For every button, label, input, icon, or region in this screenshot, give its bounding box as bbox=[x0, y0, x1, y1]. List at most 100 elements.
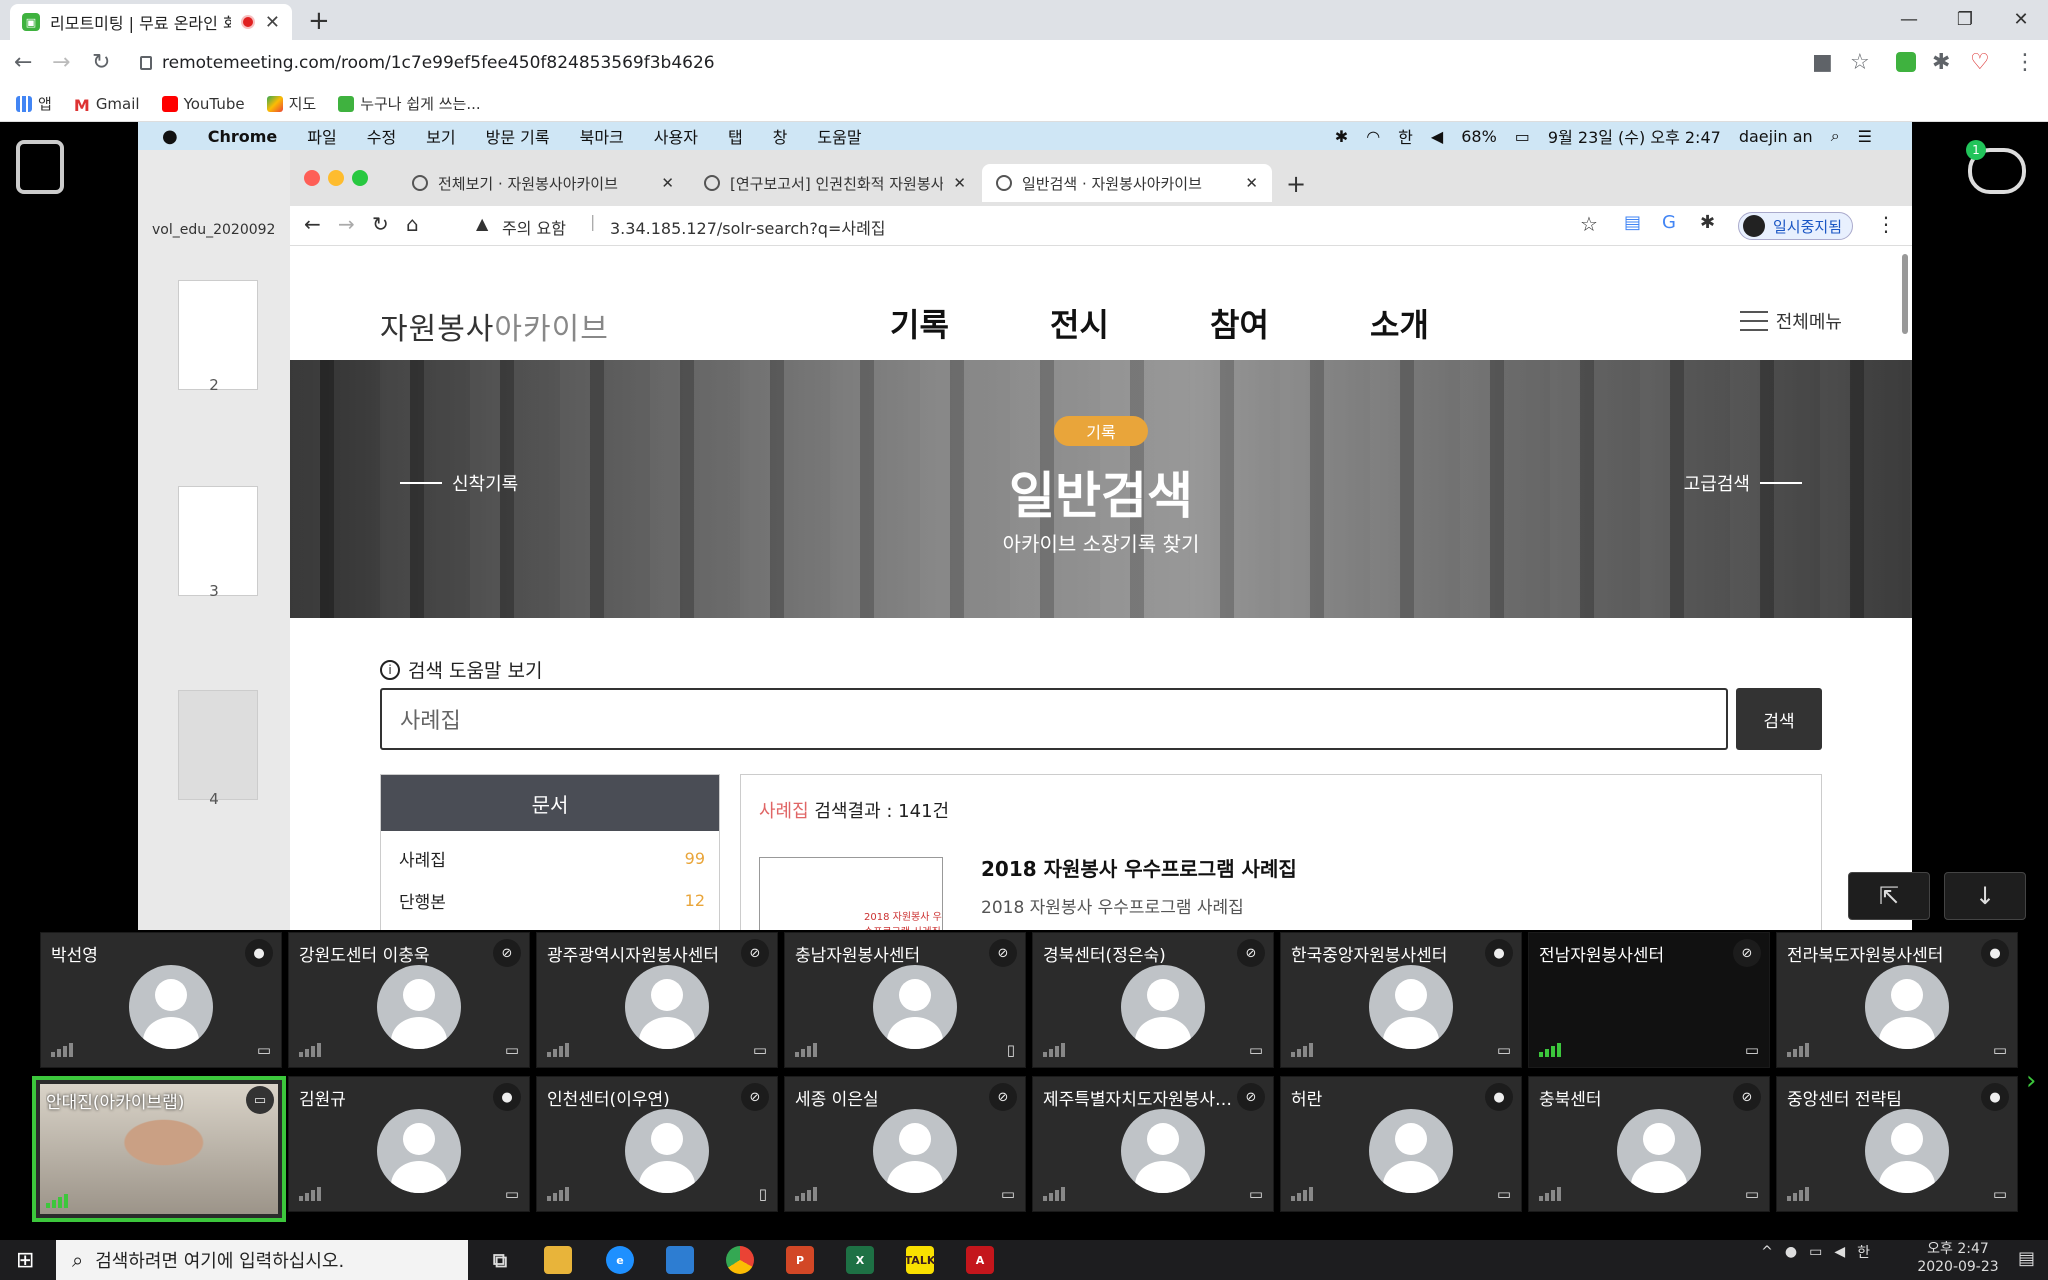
excel-icon[interactable]: X bbox=[846, 1246, 874, 1274]
extensions-puzzle-icon[interactable]: ✱ bbox=[1932, 50, 1950, 75]
page-thumbnail[interactable] bbox=[178, 280, 258, 390]
chrome-icon[interactable] bbox=[726, 1246, 754, 1274]
participant-tile-active[interactable]: 안대진(아카이브랩) ▭ bbox=[32, 1076, 286, 1222]
bookmark-gmail[interactable]: M Gmail bbox=[74, 95, 140, 115]
control-center-icon[interactable]: ☰ bbox=[1858, 127, 1872, 146]
page-scrollbar[interactable] bbox=[1902, 254, 1908, 334]
inner-extensions-icon[interactable]: ✱ bbox=[1700, 212, 1715, 233]
bookmark-star-icon[interactable]: ☆ bbox=[1850, 50, 1870, 75]
inner-tab-active[interactable]: 일반검색 · 자원봉사아카이브 ✕ bbox=[982, 164, 1272, 202]
acrobat-icon[interactable]: A bbox=[966, 1246, 994, 1274]
participant-tile[interactable]: 세종 이은실 ⊘ ▭ bbox=[784, 1076, 1026, 1212]
participant-tile[interactable]: 김원규 ● ▭ bbox=[288, 1076, 530, 1212]
inner-bookmark-icon[interactable]: ☆ bbox=[1580, 212, 1598, 236]
inner-tab[interactable]: [연구보고서] 인권친화적 자원봉사 활 ✕ bbox=[690, 164, 980, 202]
apple-icon[interactable]: ● bbox=[162, 126, 178, 147]
extension-remotemeeting-icon[interactable] bbox=[1896, 52, 1916, 72]
bookmark-youtube[interactable]: YouTube bbox=[161, 95, 245, 113]
powerpoint-icon[interactable]: P bbox=[786, 1246, 814, 1274]
facet-item[interactable]: 사례집 99 bbox=[381, 837, 719, 879]
share-screen-button[interactable]: ⇱ bbox=[1848, 872, 1930, 920]
reader-icon[interactable]: ▤ bbox=[1624, 212, 1641, 233]
inner-menu-icon[interactable]: ⋮ bbox=[1876, 212, 1896, 236]
inner-tab[interactable]: 전체보기 · 자원봉사아카이브 ✕ bbox=[398, 164, 688, 202]
participant-tile[interactable]: 인천센터(이우연) ⊘ ▯ bbox=[536, 1076, 778, 1212]
mac-menu-item[interactable]: 사용자 bbox=[654, 124, 698, 148]
mac-menu-item[interactable]: 탭 bbox=[728, 124, 743, 148]
windows-start-icon[interactable]: ⊞ bbox=[16, 1248, 34, 1273]
result-thumbnail[interactable]: 2018 자원봉사 우수프로그램 사례집 bbox=[759, 857, 943, 930]
bookmark-apps[interactable]: 앱 bbox=[16, 93, 52, 114]
reload-icon[interactable]: ↻ bbox=[92, 50, 110, 75]
mac-datetime[interactable]: 9월 23일 (수) 오후 2:47 bbox=[1548, 124, 1721, 148]
participant-tile[interactable]: 전라북도자원봉사센터 ● ▭ bbox=[1776, 932, 2018, 1068]
bookmark-remotemeeting[interactable]: 누구나 쉽게 쓰는... bbox=[338, 93, 481, 114]
notes-icon[interactable] bbox=[16, 140, 64, 194]
forward-icon[interactable]: → bbox=[52, 50, 70, 75]
camera-icon[interactable]: ■ bbox=[1812, 50, 1833, 75]
restore-icon[interactable]: ❐ bbox=[1942, 4, 1988, 34]
search-input[interactable]: 사례집 bbox=[380, 688, 1728, 750]
tray-volume-icon[interactable]: ◀ bbox=[1834, 1244, 1845, 1260]
mac-menu-item[interactable]: 파일 bbox=[307, 124, 336, 148]
inner-url[interactable]: 3.34.185.127/solr-search?q=사례집 bbox=[610, 215, 886, 239]
mac-menu-item[interactable]: 보기 bbox=[426, 124, 455, 148]
minimize-icon[interactable]: — bbox=[1886, 4, 1932, 34]
meeting-tab[interactable]: ▣ 리모트미팅 | 무료 온라인 회 ✕ bbox=[10, 4, 292, 40]
participant-tile[interactable]: 강원도센터 이충욱 ⊘ ▭ bbox=[288, 932, 530, 1068]
result-title[interactable]: 2018 자원봉사 우수프로그램 사례집 bbox=[981, 853, 1297, 882]
mac-app-name[interactable]: Chrome bbox=[208, 127, 278, 146]
close-tab-icon[interactable]: ✕ bbox=[265, 12, 280, 33]
nav-about[interactable]: 소개 bbox=[1370, 300, 1429, 346]
internet-explorer-icon[interactable]: e bbox=[606, 1246, 634, 1274]
search-button[interactable]: 검색 bbox=[1736, 688, 1822, 750]
mac-menu-item[interactable]: 수정 bbox=[367, 124, 396, 148]
ime-indicator[interactable]: 한 bbox=[1398, 124, 1413, 148]
mac-menu-item[interactable]: 북마크 bbox=[580, 124, 624, 148]
inner-back-icon[interactable]: ← bbox=[304, 212, 321, 236]
volume-icon[interactable]: ◀ bbox=[1431, 127, 1443, 146]
mac-menu-item[interactable]: 도움말 bbox=[817, 124, 861, 148]
inner-forward-icon[interactable]: → bbox=[338, 212, 355, 236]
mac-menu-item[interactable]: 창 bbox=[773, 124, 788, 148]
browser-menu-icon[interactable]: ⋮ bbox=[2014, 50, 2036, 75]
new-tab-icon[interactable]: + bbox=[308, 6, 330, 36]
translate-icon[interactable]: G bbox=[1662, 212, 1676, 233]
inner-reload-icon[interactable]: ↻ bbox=[372, 212, 389, 236]
outer-address-bar[interactable]: remotemeeting.com/room/1c7e99ef5fee450f8… bbox=[140, 47, 1800, 79]
page-thumbnail[interactable] bbox=[178, 486, 258, 596]
store-icon[interactable] bbox=[666, 1246, 694, 1274]
next-page-icon[interactable]: › bbox=[2026, 1066, 2036, 1096]
collapse-down-button[interactable]: ↓ bbox=[1944, 872, 2026, 920]
new-records-link[interactable]: 신착기록 bbox=[400, 470, 518, 496]
site-logo[interactable]: 자원봉사아카이브 bbox=[380, 304, 609, 348]
bluetooth-icon[interactable]: ✱ bbox=[1335, 127, 1348, 146]
participant-tile[interactable]: 중앙센터 전략팀 ● ▭ bbox=[1776, 1076, 2018, 1212]
nav-record[interactable]: 기록 bbox=[890, 300, 949, 346]
inner-new-tab-icon[interactable]: + bbox=[1286, 170, 1306, 198]
nav-exhibition[interactable]: 전시 bbox=[1050, 300, 1109, 346]
taskbar-search[interactable]: ⌕ 검색하려면 여기에 입력하십시오. bbox=[56, 1240, 468, 1280]
taskbar-clock[interactable]: 오후 2:47 2020-09-23 bbox=[1908, 1240, 2008, 1276]
close-tab-icon[interactable]: ✕ bbox=[1245, 174, 1258, 192]
nav-participation[interactable]: 참여 bbox=[1210, 300, 1269, 346]
extension-heart-icon[interactable]: ♡ bbox=[1970, 50, 1990, 75]
advanced-search-link[interactable]: 고급검색 bbox=[1684, 470, 1802, 496]
wifi-icon[interactable]: ◠ bbox=[1366, 127, 1380, 146]
tray-chevron-icon[interactable]: ^ bbox=[1761, 1244, 1773, 1260]
participant-tile[interactable]: 충남자원봉사센터 ⊘ ▯ bbox=[784, 932, 1026, 1068]
facet-item[interactable]: 단행본 12 bbox=[381, 879, 719, 921]
participant-tile[interactable]: 한국중앙자원봉사센터 ● ▭ bbox=[1280, 932, 1522, 1068]
page-thumbnail[interactable] bbox=[178, 690, 258, 800]
search-help-link[interactable]: i 검색 도움말 보기 bbox=[380, 656, 542, 683]
mac-close-icon[interactable] bbox=[304, 170, 320, 186]
participant-tile[interactable]: 경북센터(정은숙) ⊘ ▭ bbox=[1032, 932, 1274, 1068]
task-view-icon[interactable]: ⧉ bbox=[486, 1246, 514, 1274]
close-tab-icon[interactable]: ✕ bbox=[661, 174, 674, 192]
participant-tile[interactable]: 전남자원봉사센터 ⊘ ▭ bbox=[1528, 932, 1770, 1068]
participant-tile[interactable]: 제주특별자치도자원봉사센터 ⊘ ▭ bbox=[1032, 1076, 1274, 1212]
mac-minimize-icon[interactable] bbox=[328, 170, 344, 186]
file-explorer-icon[interactable] bbox=[544, 1246, 572, 1274]
window-close-icon[interactable]: ✕ bbox=[1998, 4, 2044, 34]
mac-zoom-icon[interactable] bbox=[352, 170, 368, 186]
